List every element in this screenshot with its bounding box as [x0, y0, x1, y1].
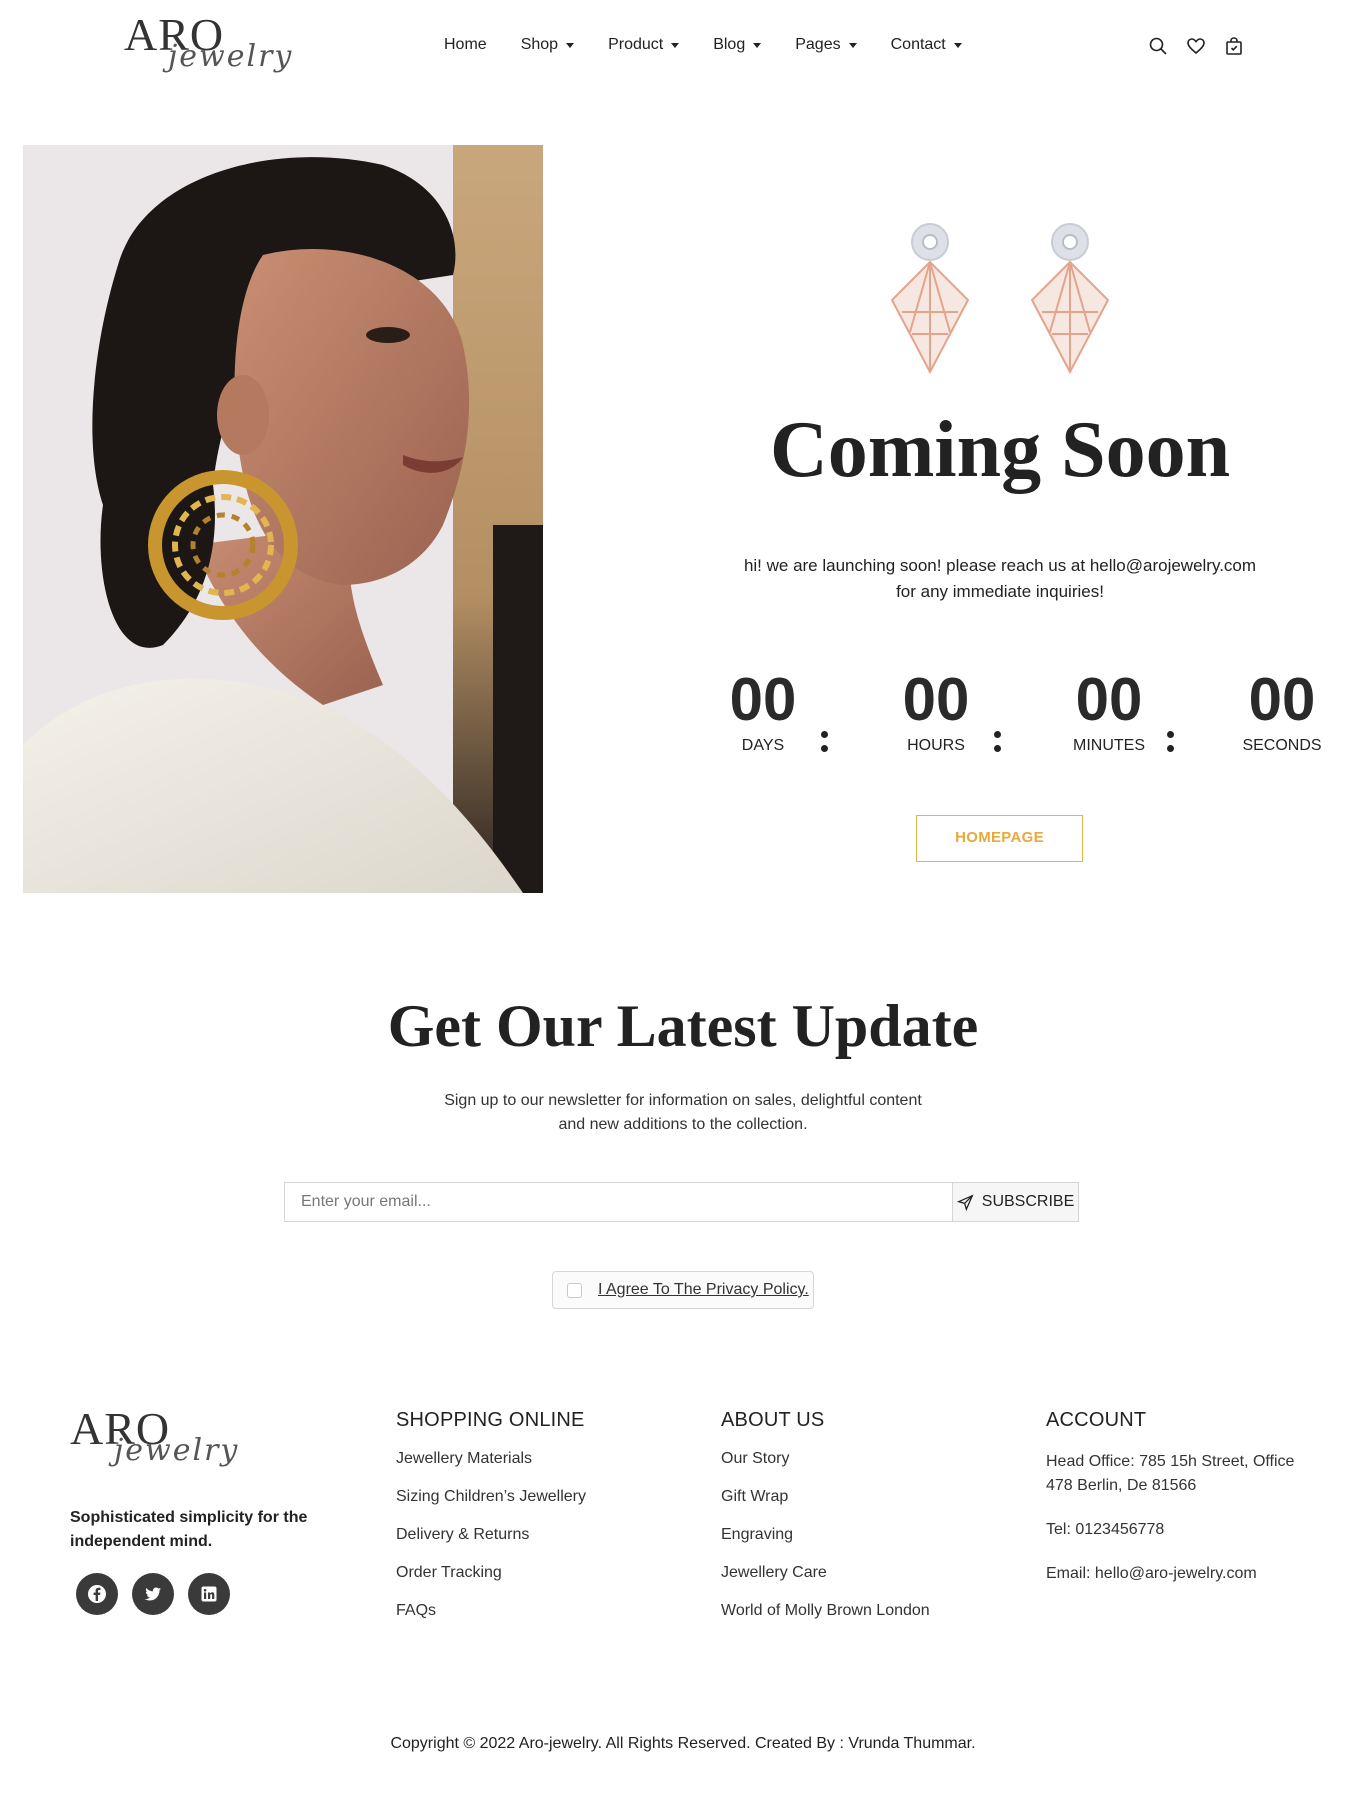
footer-address: Head Office: 785 15h Street, Office 478 …	[1046, 1453, 1295, 1494]
footer-account-column: Account Head Office: 785 15h Street, Off…	[1046, 1409, 1316, 1606]
footer-logo-script: jewelry	[114, 1433, 240, 1468]
earrings-illustration	[890, 223, 1110, 375]
footer-about-heading: About Us	[721, 1409, 825, 1431]
countdown-hours-value: 00	[902, 666, 970, 733]
footer-link[interactable]: Order Tracking	[396, 1564, 696, 1582]
privacy-agree: I Agree To The Privacy Policy.	[552, 1271, 814, 1309]
countdown-separator	[821, 731, 828, 759]
newsletter-subtitle-line1: Sign up to our newsletter for informatio…	[444, 1092, 922, 1109]
footer-link[interactable]: Jewellery Care	[721, 1564, 1021, 1582]
homepage-button[interactable]: HOMEPAGE	[916, 815, 1083, 862]
coming-soon-text-line1: hi! we are launching soon! please reach …	[743, 556, 1257, 575]
footer-link[interactable]: Delivery & Returns	[396, 1526, 696, 1544]
nav-contact-label: Contact	[890, 36, 946, 53]
nav-pages-label: Pages	[795, 36, 841, 53]
footer-link[interactable]: Jewellery Materials	[396, 1450, 696, 1468]
nav-contact[interactable]: Contact	[891, 36, 962, 54]
coming-soon-title: Coming Soon	[769, 406, 1231, 494]
hero-model-image	[23, 145, 543, 893]
earrings-image	[882, 222, 1118, 378]
caret-down-icon	[753, 42, 762, 48]
countdown-timer: 00 Days 00 Hours 00 Minutes 00 Seconds	[698, 665, 1322, 765]
countdown-minutes: 00 Minutes	[1044, 665, 1174, 755]
footer-link[interactable]: Engraving	[721, 1526, 1021, 1544]
subscribe-label: SUBSCRIBE	[981, 1193, 1075, 1210]
footer-link[interactable]: Gift Wrap	[721, 1488, 1021, 1506]
footer-shopping-heading: Shopping Online	[396, 1409, 585, 1431]
heart-icon[interactable]	[1186, 36, 1206, 56]
countdown-hours: 00 Hours	[871, 665, 1001, 755]
newsletter-form: SUBSCRIBE	[284, 1182, 1079, 1222]
footer-logo[interactable]: ARO jewelry	[70, 1406, 237, 1478]
nav-home-label: Home	[444, 36, 487, 53]
footer-email: Email: hello@aro-jewelry.com	[1046, 1565, 1257, 1582]
countdown-seconds-value: 00	[1248, 666, 1316, 733]
countdown-separator	[1167, 731, 1174, 759]
countdown-days-label: Days	[741, 737, 785, 754]
subscribe-button[interactable]: SUBSCRIBE	[952, 1183, 1078, 1221]
countdown-minutes-label: Minutes	[1073, 737, 1145, 754]
main-nav: Home Shop Product Blog Pages Contact	[444, 36, 996, 54]
header-actions	[1148, 36, 1244, 56]
twitter-icon[interactable]	[132, 1573, 174, 1615]
countdown-seconds-label: Seconds	[1242, 737, 1322, 754]
nav-home[interactable]: Home	[444, 36, 487, 54]
caret-down-icon	[671, 42, 680, 48]
caret-down-icon	[566, 42, 575, 48]
facebook-icon[interactable]	[76, 1573, 118, 1615]
newsletter-subtitle-line2: and new additions to the collection.	[558, 1116, 808, 1133]
nav-product[interactable]: Product	[608, 36, 680, 54]
footer-logo-mark: ARO jewelry	[70, 1406, 237, 1478]
nav-blog[interactable]: Blog	[713, 36, 762, 54]
copyright-text: Copyright © 2022 Aro-jewelry. All Rights…	[390, 1735, 976, 1752]
coming-soon-text-line2: for any immediate inquiries!	[896, 582, 1104, 601]
privacy-checkbox[interactable]	[567, 1282, 582, 1298]
search-icon[interactable]	[1148, 36, 1168, 56]
cart-icon[interactable]	[1224, 36, 1244, 56]
countdown-seconds: 00 Seconds	[1217, 665, 1347, 755]
logo-script: jewelry	[168, 39, 294, 74]
linkedin-icon[interactable]	[188, 1573, 230, 1615]
countdown-separator	[994, 731, 1001, 759]
email-input[interactable]	[285, 1183, 952, 1221]
nav-shop-label: Shop	[520, 36, 559, 53]
site-header: ARO jewelry Home Shop Product Blog Pages…	[0, 0, 1366, 96]
nav-blog-label: Blog	[713, 36, 746, 53]
countdown-hours-label: Hours	[907, 737, 965, 754]
countdown-days-value: 00	[729, 666, 797, 733]
footer-phone: Tel: 0123456778	[1046, 1521, 1165, 1538]
site-logo[interactable]: ARO jewelry	[124, 12, 291, 84]
nav-product-label: Product	[608, 36, 664, 53]
footer-tagline: Sophisticated simplicity for the indepen…	[70, 1509, 308, 1550]
privacy-policy-link[interactable]: I Agree To The Privacy Policy.	[598, 1281, 809, 1299]
footer-link[interactable]: World of Molly Brown London	[721, 1602, 1021, 1620]
caret-down-icon	[848, 42, 857, 48]
footer-shopping-column: Shopping Online Jewellery Materials Sizi…	[396, 1409, 696, 1640]
footer-account-heading: Account	[1046, 1409, 1147, 1431]
footer-link[interactable]: FAQs	[396, 1602, 696, 1620]
model-portrait-illustration	[23, 145, 543, 893]
countdown-minutes-value: 00	[1075, 666, 1143, 733]
footer-about-column: About Us Our Story Gift Wrap Engraving J…	[721, 1409, 1021, 1640]
nav-pages[interactable]: Pages	[795, 36, 857, 54]
newsletter-subtitle: Sign up to our newsletter for informatio…	[383, 1089, 983, 1137]
nav-shop[interactable]: Shop	[520, 36, 575, 54]
newsletter-title: Get Our Latest Update	[387, 993, 979, 1059]
footer-link[interactable]: Our Story	[721, 1450, 1021, 1468]
caret-down-icon	[953, 42, 962, 48]
social-links	[76, 1573, 230, 1615]
coming-soon-text: hi! we are launching soon! please reach …	[700, 553, 1300, 605]
countdown-days: 00 Days	[698, 665, 828, 755]
send-icon	[956, 1193, 974, 1211]
footer-link[interactable]: Sizing Children’s Jewellery	[396, 1488, 696, 1506]
